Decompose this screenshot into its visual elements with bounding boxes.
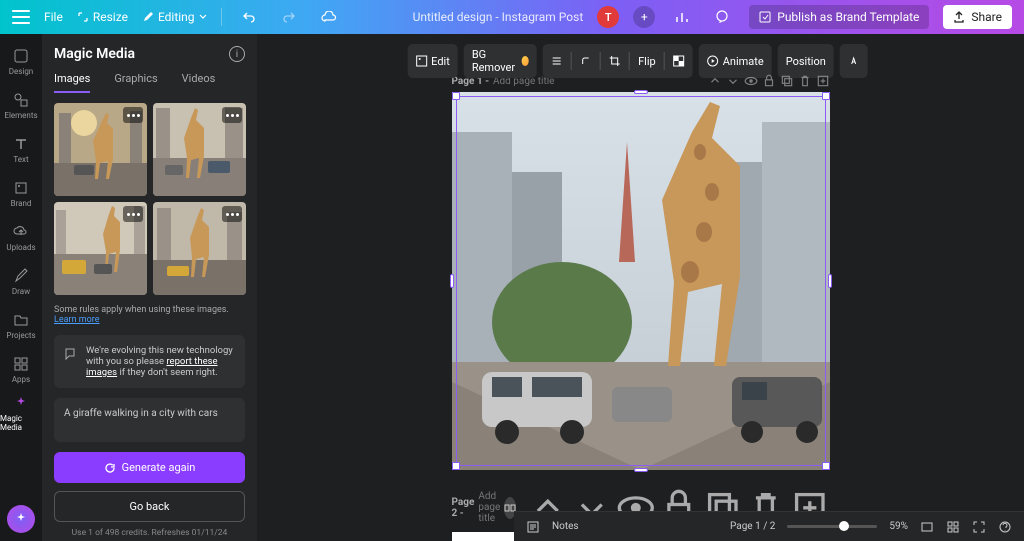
undo-button[interactable] [236,4,262,30]
file-menu[interactable]: File [44,10,63,24]
tab-graphics[interactable]: Graphics [114,72,157,93]
page-delete-icon[interactable] [798,74,812,88]
rail-design[interactable]: Design [0,40,42,82]
menu-icon[interactable] [12,10,30,24]
context-toolbar: Edit BG Remover Flip Animate Position [407,44,874,78]
result-thumb[interactable] [153,103,246,196]
flip-button[interactable]: Flip [638,55,656,68]
rail-elements[interactable]: Elements [0,84,42,126]
results-grid [54,103,245,295]
rules-text: Some rules apply when using these images… [54,305,245,325]
resize-handle[interactable] [450,274,454,288]
publish-button[interactable]: Publish as Brand Template [749,5,929,29]
position-button[interactable]: Position [786,55,826,68]
info-icon[interactable]: i [229,46,245,62]
help-icon[interactable] [998,520,1012,534]
page-down-icon[interactable] [726,74,740,88]
thumb-more-icon[interactable] [123,206,143,222]
pro-badge-icon [522,56,530,66]
document-title[interactable]: Untitled design - Instagram Post [413,10,584,24]
canvas-area: Edit BG Remover Flip Animate Position [257,34,1024,541]
left-rail: Design Elements Text Brand Uploads Draw … [0,34,42,541]
selection-outline [456,96,826,466]
page2-title-input[interactable]: Add page title [478,491,500,524]
notes-icon[interactable] [526,520,540,534]
corner-icon[interactable] [580,55,592,67]
page-add-icon[interactable] [816,74,830,88]
rail-text[interactable]: Text [0,128,42,170]
text-style-icon[interactable] [848,55,860,67]
zoom-knob[interactable] [839,521,849,531]
prompt-input[interactable]: A giraffe walking in a city with cars [54,398,245,442]
page-duplicate-icon[interactable] [780,74,794,88]
resize-handle[interactable] [822,92,830,100]
rail-magic-media[interactable]: Magic Media [0,392,42,434]
comment-icon[interactable] [709,4,735,30]
zoom-slider[interactable] [787,525,877,528]
fullscreen-icon[interactable] [972,520,986,534]
page-indicator[interactable]: Page 1 / 2 [730,521,775,532]
analytics-icon[interactable] [669,4,695,30]
edit-image-button[interactable]: Edit [415,55,450,68]
view-mode-icon[interactable] [920,520,934,534]
magic-sparkle-button[interactable] [7,505,35,533]
resize-handle[interactable] [828,274,832,288]
result-thumb[interactable] [153,202,246,295]
generate-again-button[interactable]: Generate again [54,452,245,483]
cloud-sync-icon[interactable] [316,4,342,30]
transparency-icon[interactable] [673,55,685,67]
thumb-more-icon[interactable] [222,107,242,123]
magic-media-panel: Magic Media i Images Graphics Videos [42,34,257,541]
page-lock-icon[interactable] [762,74,776,88]
thumb-more-icon[interactable] [222,206,242,222]
crop-icon[interactable] [609,55,621,67]
page2-label: Page 2 - [452,497,475,519]
align-icon[interactable] [551,55,563,67]
share-button[interactable]: Share [943,5,1012,29]
learn-more-link[interactable]: Learn more [54,315,100,325]
page-up-icon[interactable] [708,74,722,88]
user-avatar[interactable]: T [597,6,619,28]
bg-remover-button[interactable]: BG Remover [472,48,529,74]
grid-view-icon[interactable] [946,520,960,534]
tab-videos[interactable]: Videos [182,72,216,93]
resize-handle[interactable] [822,462,830,470]
page1-canvas[interactable] [452,92,830,470]
result-thumb[interactable] [54,202,147,295]
feedback-notice: We're evolving this new technology with … [54,335,245,388]
thumb-more-icon[interactable] [123,107,143,123]
rail-apps[interactable]: Apps [0,348,42,390]
result-thumb[interactable] [54,103,147,196]
resize-handle[interactable] [452,92,460,100]
editing-menu[interactable]: Editing [142,10,207,24]
resize-menu[interactable]: Resize [77,10,128,24]
resize-handle[interactable] [634,468,648,472]
tab-images[interactable]: Images [54,72,90,93]
rail-uploads[interactable]: Uploads [0,216,42,258]
go-back-button[interactable]: Go back [54,491,245,522]
resize-handle[interactable] [634,90,648,94]
add-collaborator-button[interactable]: + [633,6,655,28]
rail-projects[interactable]: Projects [0,304,42,346]
animate-button[interactable]: Animate [707,55,764,68]
resize-handle[interactable] [452,462,460,470]
rail-brand[interactable]: Brand [0,172,42,214]
panel-tabs: Images Graphics Videos [54,72,245,93]
rail-draw[interactable]: Draw [0,260,42,302]
panel-title: Magic Media [54,46,135,62]
redo-button[interactable] [276,4,302,30]
bottom-bar: Notes Page 1 / 2 59% [514,511,1024,541]
zoom-value[interactable]: 59% [889,521,908,532]
top-bar: File Resize Editing Untitled design - In… [0,0,1024,34]
page-visibility-icon[interactable] [744,74,758,88]
credits-text: Use 1 of 498 credits. Refreshes 01/11/24 [54,528,245,538]
notes-button[interactable]: Notes [552,521,579,532]
